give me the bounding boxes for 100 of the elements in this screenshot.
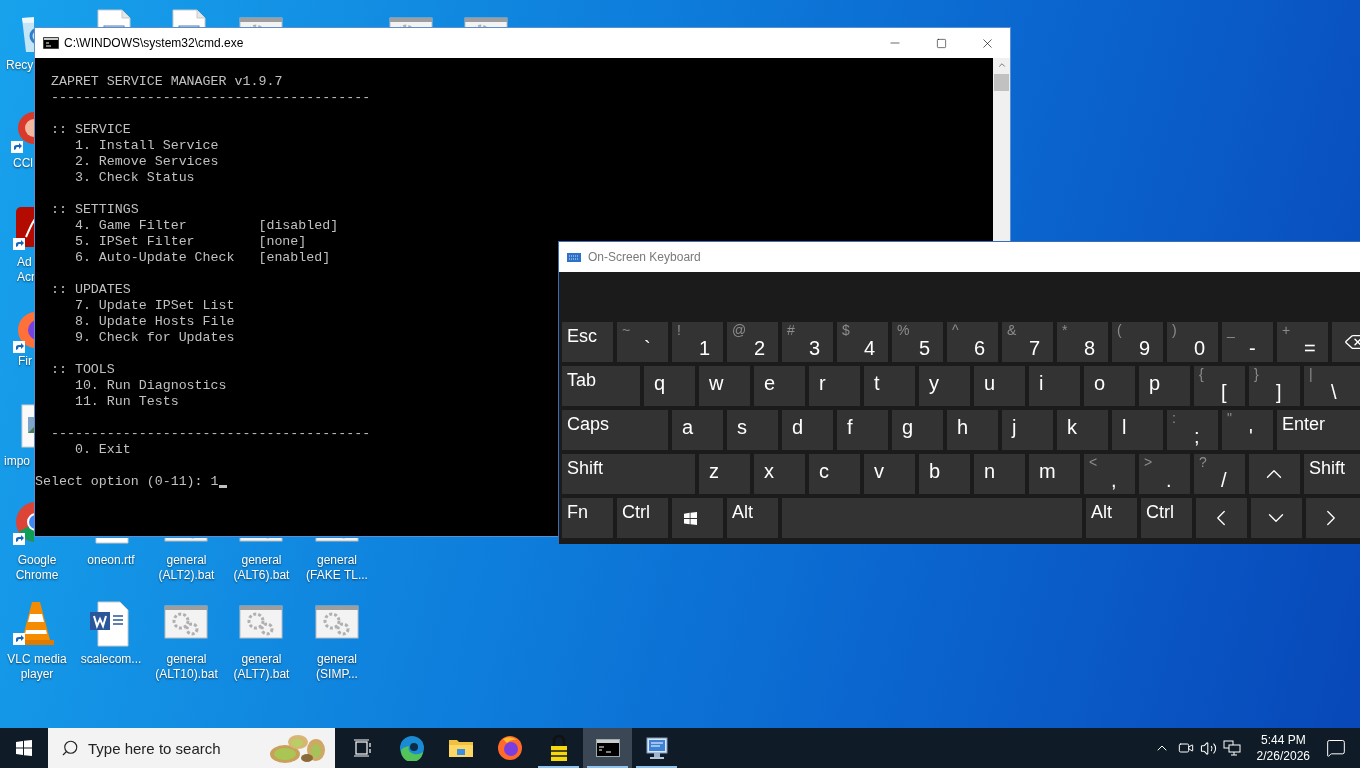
keyboard-key[interactable]: w — [699, 366, 750, 406]
console-line: ---------------------------------------- — [49, 426, 371, 442]
keyboard-key[interactable]: { [ — [1194, 366, 1245, 406]
keyboard-key[interactable]: c — [809, 454, 860, 494]
keyboard-key[interactable]: ! 1 — [672, 322, 723, 362]
keyboard-key[interactable]: Esc — [562, 322, 613, 362]
icon-label: general (ALT2).bat — [157, 553, 216, 583]
keyboard-key[interactable]: e — [754, 366, 805, 406]
terminal-icon — [595, 739, 620, 757]
keyboard-key[interactable]: Enter — [1277, 410, 1360, 450]
window-title: C:\WINDOWS\system32\cmd.exe — [64, 35, 244, 52]
keyboard-key[interactable]: x — [754, 454, 805, 494]
keyboard-key[interactable]: u — [974, 366, 1025, 406]
keyboard-key[interactable]: ) 0 — [1167, 322, 1218, 362]
computer-icon — [643, 735, 670, 761]
keyboard-key[interactable]: l — [1112, 410, 1163, 450]
keyboard-key[interactable]: h — [947, 410, 998, 450]
search-field[interactable]: Type here to search — [48, 728, 335, 768]
keyboard-key[interactable]: f — [837, 410, 888, 450]
keyboard-key[interactable]: t — [864, 366, 915, 406]
keyboard-key[interactable]: z — [699, 454, 750, 494]
console-line: ---------------------------------------- — [49, 90, 371, 106]
keyboard-key[interactable]: " ' — [1222, 410, 1273, 450]
taskbar-button[interactable] — [583, 728, 632, 768]
notifications-icon[interactable] — [1326, 738, 1346, 758]
keyboard-key[interactable]: Alt — [1086, 498, 1137, 538]
keyboard-key[interactable]: Alt — [727, 498, 778, 538]
console-line: :: UPDATES — [49, 282, 131, 298]
maximize-icon — [935, 37, 947, 49]
keyboard-key[interactable]: _ - — [1222, 322, 1273, 362]
keyboard-key[interactable]: o — [1084, 366, 1135, 406]
keyboard-key[interactable]: & 7 — [1002, 322, 1053, 362]
icon-label: Google Chrome — [14, 553, 60, 583]
keyboard-key[interactable]: + = — [1277, 322, 1328, 362]
keyboard-key[interactable]: : ; — [1167, 410, 1218, 450]
image-file-icon[interactable] — [18, 403, 34, 451]
console-line: 6. Auto-Update Check [enabled] — [73, 250, 331, 266]
keyboard-key[interactable]: j — [1002, 410, 1053, 450]
keyboard-key[interactable]: k — [1057, 410, 1108, 450]
keyboard-key[interactable]: ( 9 — [1112, 322, 1163, 362]
network-icon[interactable] — [1222, 740, 1241, 756]
keyboard-key[interactable]: < , — [1084, 454, 1135, 494]
keyboard-key[interactable]: * 8 — [1057, 322, 1108, 362]
console-line: 10. Run Diagnostics — [73, 378, 227, 394]
gears-window-icon[interactable] — [313, 538, 361, 542]
keyboard-key[interactable] — [672, 498, 723, 538]
gears-window-icon[interactable] — [237, 538, 285, 542]
keyboard-key[interactable]: @ 2 — [727, 322, 778, 362]
keyboard-key[interactable]: i — [1029, 366, 1080, 406]
keyboard-key[interactable]: % 5 — [892, 322, 943, 362]
keyboard-key[interactable]: y — [919, 366, 970, 406]
icon-label: general (FAKE TL... — [305, 553, 369, 583]
icon-label: impo — [4, 454, 30, 469]
keyboard-key[interactable]: Caps — [562, 410, 668, 450]
keyboard-key[interactable]: n — [974, 454, 1025, 494]
keyboard-key[interactable]: ? / — [1194, 454, 1245, 494]
keyboard-key[interactable]: v — [864, 454, 915, 494]
window-title: On-Screen Keyboard — [588, 249, 701, 266]
keyboard-key[interactable]: a — [672, 410, 723, 450]
keyboard-key[interactable]: m — [1029, 454, 1080, 494]
keyboard-key[interactable]: p — [1139, 366, 1190, 406]
gears-window-icon[interactable] — [162, 538, 210, 542]
icon-label: general (ALT6).bat — [232, 553, 291, 583]
running-indicator — [636, 766, 677, 768]
camera-icon[interactable] — [1177, 740, 1194, 756]
console-prompt: Select option (0-11): 1 — [35, 474, 219, 490]
keyboard-key[interactable]: b — [919, 454, 970, 494]
icon-label: general (ALT10).bat — [154, 652, 219, 682]
console-line: 7. Update IPSet List — [73, 298, 235, 314]
folder-icon — [447, 737, 474, 759]
keyboard-key[interactable]: Fn — [562, 498, 613, 538]
keyboard-key[interactable]: d — [782, 410, 833, 450]
keyboard-key[interactable]: q — [644, 366, 695, 406]
keyboard-key[interactable]: } ] — [1249, 366, 1300, 406]
keyboard-key[interactable]: ^ 6 — [947, 322, 998, 362]
icon-label: VLC media player — [6, 652, 68, 682]
keyboard-key[interactable]: # 3 — [782, 322, 833, 362]
document-app-icon[interactable] — [12, 205, 34, 253]
scroll-thumb[interactable] — [994, 74, 1009, 91]
clock[interactable]: 5:44 PM 2/26/2026 — [1250, 732, 1316, 764]
keyboard-key[interactable]: Shift — [562, 454, 695, 494]
keyboard-key[interactable]: r — [809, 366, 860, 406]
keyboard-key[interactable]: $ 4 — [837, 322, 888, 362]
keyboard-key[interactable]: Ctrl — [1141, 498, 1192, 538]
keyboard-key[interactable]: > . — [1139, 454, 1190, 494]
console-line: 11. Run Tests — [73, 394, 179, 410]
keyboard-key[interactable]: | \ — [1304, 366, 1360, 406]
keyboard-key[interactable]: g — [892, 410, 943, 450]
icon-label: Recy — [6, 58, 34, 73]
icon-label: general (ALT7).bat — [232, 652, 291, 682]
volume-icon[interactable] — [1199, 739, 1217, 757]
keyboard-key[interactable]: ~ ` — [617, 322, 668, 362]
icon-label: scalecom... — [79, 652, 143, 667]
icon-label: Fir — [18, 354, 32, 369]
keyboard-key[interactable]: s — [727, 410, 778, 450]
keyboard-key[interactable]: Shift — [1304, 454, 1360, 494]
keyboard-key[interactable]: Tab — [562, 366, 640, 406]
keyboard-key[interactable]: Ctrl — [617, 498, 668, 538]
console-line: :: TOOLS — [49, 362, 115, 378]
search-icon — [61, 739, 79, 757]
